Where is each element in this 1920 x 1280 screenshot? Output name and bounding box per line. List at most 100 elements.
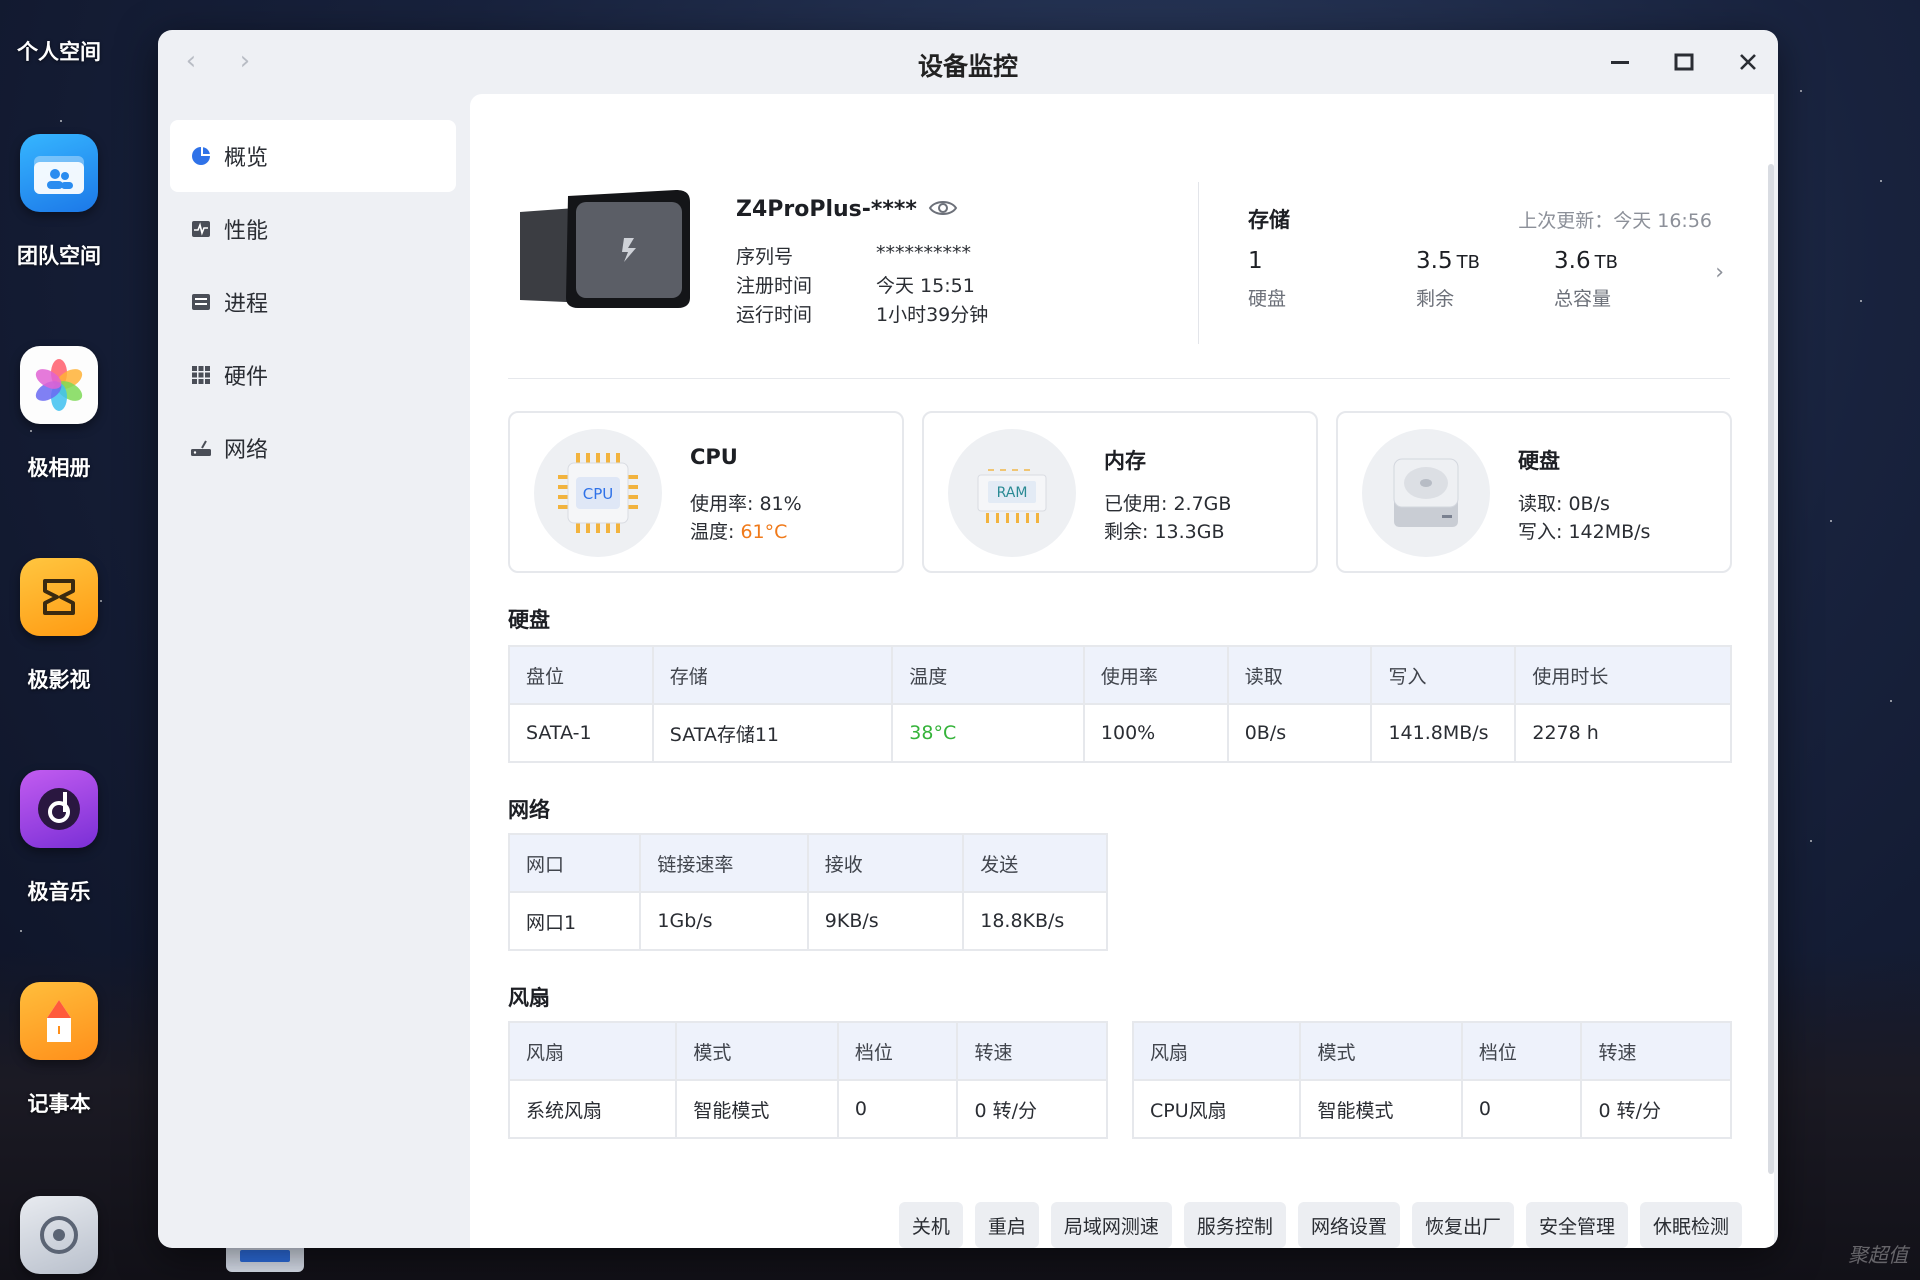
sidebar-item-hardware[interactable]: 硬件 xyxy=(170,339,456,411)
network-settings-button[interactable]: 网络设置 xyxy=(1297,1202,1400,1248)
lan-speedtest-button[interactable]: 局域网测速 xyxy=(1050,1202,1172,1248)
column-header: 存储 xyxy=(651,645,894,705)
sidebar-item-label: 概览 xyxy=(224,146,269,171)
stat-value: 3.5 xyxy=(1416,248,1453,274)
table-cell: 0 转/分 xyxy=(956,1079,1108,1139)
security-management-button[interactable]: 安全管理 xyxy=(1525,1202,1628,1248)
memory-card[interactable]: RAM 内存 已使用: 2.7GB 剩余: 13.3GB xyxy=(922,411,1318,573)
overview-panel: Z4ProPlus-**** 序列号 ********** 注册时间 今天 15:5… xyxy=(470,94,1774,1248)
network-section-title: 网络 xyxy=(508,798,550,822)
memory-free: 剩余: 13.3GB xyxy=(1104,521,1225,543)
table-cell: 智能模式 xyxy=(675,1079,839,1139)
stat-label: 硬盘 xyxy=(1248,288,1287,310)
table-cell: 141.8MB/s xyxy=(1370,703,1517,763)
storage-stat-free: 3.5 TB 剩余 xyxy=(1416,248,1480,311)
minimize-icon[interactable] xyxy=(1602,44,1638,80)
dock-app-settings[interactable] xyxy=(0,1196,118,1274)
info-key: 注册时间 xyxy=(736,275,813,297)
table-header-row: 盘位 存储 温度 使用率 读取 写入 使用时长 xyxy=(508,645,1732,705)
network-router-icon xyxy=(190,437,212,459)
column-header: 写入 xyxy=(1370,645,1517,705)
system-fan-table: 风扇 模式 档位 转速 系统风扇 智能模式 0 0 转/分 xyxy=(507,1021,1108,1139)
stat-label: 总容量 xyxy=(1554,288,1612,310)
ram-chip-icon: RAM xyxy=(948,429,1076,557)
table-cell: 系统风扇 xyxy=(507,1079,678,1139)
scrollbar[interactable] xyxy=(1768,164,1774,1174)
storage-stat-disks: 1 硬盘 xyxy=(1248,248,1286,311)
table-header-row: 网口 链接速率 接收 发送 xyxy=(507,833,1108,893)
watermark: 聚超值 xyxy=(1848,1243,1908,1267)
maximize-icon[interactable] xyxy=(1666,44,1702,80)
window-title: 设备监控 xyxy=(917,52,1018,81)
table-cell: SATA存储11 xyxy=(651,703,894,763)
dock-app-music[interactable]: 极音乐 xyxy=(0,770,118,906)
disk-card[interactable]: 硬盘 读取: 0B/s 写入: 142MB/s xyxy=(1336,411,1732,573)
column-header: 模式 xyxy=(1299,1021,1463,1081)
chevron-right-icon[interactable]: › xyxy=(1715,260,1724,285)
cpu-temp-label: 温度: xyxy=(690,521,741,543)
action-button-bar: 关机 重启 局域网测速 服务控制 网络设置 恢复出厂 安全管理 休眠检测 xyxy=(898,1202,1742,1248)
info-value: ********** xyxy=(876,242,971,264)
column-header: 接收 xyxy=(806,833,965,893)
table-cell: 38°C xyxy=(891,703,1085,763)
info-value: 1小时39分钟 xyxy=(876,304,989,326)
table-cell: 0B/s xyxy=(1226,703,1373,763)
dock-app-label: 记事本 xyxy=(27,1092,91,1116)
cpu-card[interactable]: CPU CPU 使用率: 81% 温度: 61°C xyxy=(508,411,904,573)
card-title: 内存 xyxy=(1104,449,1146,473)
close-icon[interactable] xyxy=(1730,44,1766,80)
column-header: 网口 xyxy=(507,833,642,893)
shutdown-button[interactable]: 关机 xyxy=(898,1202,963,1248)
personal-space-label[interactable]: 个人空间 xyxy=(0,36,118,66)
nas-device-image xyxy=(508,172,694,312)
sidebar-item-performance[interactable]: 性能 xyxy=(170,193,456,265)
storage-title: 存储 xyxy=(1248,208,1290,232)
hard-disk-icon xyxy=(1362,429,1490,557)
table-cell: 0 转/分 xyxy=(1580,1079,1732,1139)
music-note-icon xyxy=(20,770,98,848)
eye-icon[interactable] xyxy=(928,197,960,219)
info-key: 序列号 xyxy=(736,246,794,268)
device-info-row: 序列号 ********** xyxy=(736,242,988,271)
divider xyxy=(508,378,1730,379)
dock-app-notepad[interactable]: 记事本 xyxy=(0,982,118,1118)
sidebar-item-label: 网络 xyxy=(224,438,269,463)
stat-label: 剩余 xyxy=(1416,288,1455,310)
stat-unit: TB xyxy=(1594,252,1618,273)
cpu-fan-table: 风扇 模式 档位 转速 CPU风扇 智能模式 0 0 转/分 xyxy=(1131,1021,1732,1139)
last-updated: 上次更新：今天 16:56 xyxy=(1518,210,1712,232)
service-control-button[interactable]: 服务控制 xyxy=(1183,1202,1286,1248)
sidebar-item-network[interactable]: 网络 xyxy=(170,412,456,484)
dock-app-team-space[interactable]: 团队空间 xyxy=(0,134,118,270)
restart-button[interactable]: 重启 xyxy=(974,1202,1039,1248)
overview-pie-icon xyxy=(190,145,212,167)
storage-stat-total: 3.6 TB 总容量 xyxy=(1554,248,1618,311)
table-row: CPU风扇 智能模式 0 0 转/分 xyxy=(1131,1079,1732,1139)
notepad-icon xyxy=(20,982,98,1060)
column-header: 风扇 xyxy=(1131,1021,1302,1081)
cpu-temp: 温度: 61°C xyxy=(690,517,787,544)
column-header: 档位 xyxy=(1460,1021,1583,1081)
info-value: 今天 15:51 xyxy=(876,275,975,297)
stat-value: 3.6 xyxy=(1554,248,1591,274)
table-header-row: 风扇 模式 档位 转速 xyxy=(1131,1021,1732,1081)
desktop-dock: 个人空间 团队空间 极相册 极影视 极音乐 记事本 xyxy=(0,0,118,1280)
fan-section-title: 风扇 xyxy=(508,986,550,1010)
memory-used: 已使用: 2.7GB xyxy=(1104,493,1232,515)
sidebar-item-process[interactable]: 进程 xyxy=(170,266,456,338)
window-titlebar: ‹ › 设备监控 xyxy=(158,30,1778,94)
divider xyxy=(1198,182,1199,344)
column-header: 档位 xyxy=(836,1021,959,1081)
table-cell: 网口1 xyxy=(507,891,642,951)
dock-app-photos[interactable]: 极相册 xyxy=(0,346,118,482)
cpu-chip-icon: CPU xyxy=(534,429,662,557)
column-header: 转速 xyxy=(1580,1021,1732,1081)
table-cell: SATA-1 xyxy=(508,703,654,763)
factory-reset-button[interactable]: 恢复出厂 xyxy=(1411,1202,1514,1248)
dock-app-video[interactable]: 极影视 xyxy=(0,558,118,694)
sleep-detection-button[interactable]: 休眠检测 xyxy=(1639,1202,1742,1248)
column-header: 盘位 xyxy=(508,645,654,705)
table-cell: 智能模式 xyxy=(1299,1079,1463,1139)
stat-unit: TB xyxy=(1456,252,1480,273)
sidebar-item-overview[interactable]: 概览 xyxy=(170,120,456,192)
